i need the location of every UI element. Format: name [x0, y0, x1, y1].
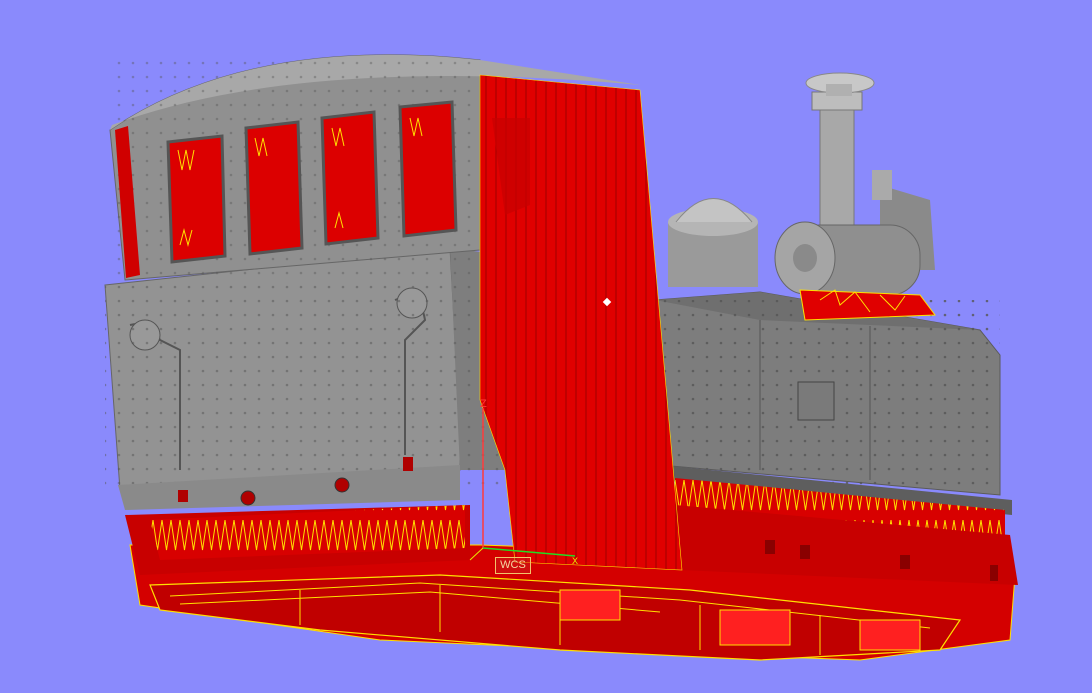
- steam-dome[interactable]: [668, 198, 758, 288]
- selected-cab-side[interactable]: [479, 74, 683, 571]
- 3d-viewport[interactable]: Z X WCS: [0, 0, 1092, 693]
- cab-body[interactable]: [104, 247, 505, 510]
- chimney[interactable]: [805, 72, 875, 236]
- z-axis-label: Z: [480, 398, 487, 410]
- locomotive-model[interactable]: [0, 0, 1092, 693]
- x-axis-label: X: [572, 556, 579, 566]
- cab-window-4[interactable]: [398, 100, 458, 238]
- cab-window-2[interactable]: [244, 120, 304, 256]
- wcs-label: WCS: [495, 557, 531, 574]
- side-tank[interactable]: [654, 291, 1001, 496]
- smokebox[interactable]: [774, 170, 935, 296]
- cab-window-3[interactable]: [320, 110, 380, 246]
- cab-window-1[interactable]: [166, 134, 227, 264]
- selected-piping[interactable]: [799, 289, 936, 321]
